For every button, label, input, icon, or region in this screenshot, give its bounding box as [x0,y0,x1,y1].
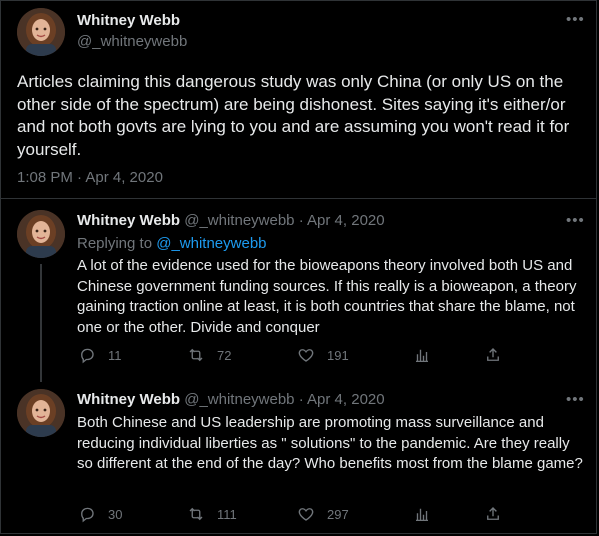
share-icon [487,348,499,361]
reply-icon [81,507,94,523]
reply-text: A lot of the evidence used for the biowe… [77,257,577,336]
replying-to-prefix: Replying to [77,235,153,252]
reply-author-name[interactable]: Whitney Webb [77,391,180,408]
retweet-count: 72 [217,347,232,363]
author-avatar[interactable] [17,8,65,56]
reply-button[interactable]: 30 [78,505,122,523]
replying-to-line: Replying to @_whitneywebb [77,235,267,252]
reply-text: Both Chinese and US leadership are promo… [77,414,583,473]
like-icon [298,508,314,521]
meta-separator: · [298,391,304,408]
retweet-button[interactable]: 72 [187,346,231,364]
reply-avatar[interactable] [17,389,65,437]
reply-avatar[interactable] [17,210,65,258]
author-handle[interactable]: @_whitneywebb [77,33,187,50]
share-button[interactable] [484,346,502,364]
more-icon[interactable]: ••• [566,213,585,228]
like-icon [298,349,314,362]
reply-author-handle[interactable]: @_whitneywebb [184,391,294,408]
like-count: 191 [327,347,349,363]
reply-author-handle[interactable]: @_whitneywebb [184,212,294,229]
like-button[interactable]: 297 [297,505,349,523]
reply-count: 30 [108,506,123,522]
reply-meta: Whitney Webb @_whitneywebb · Apr 4, 2020 [77,391,385,408]
share-button[interactable] [484,505,502,523]
analytics-icon [416,349,428,363]
replying-to-handle-link[interactable]: @_whitneywebb [156,235,266,252]
reply-date[interactable]: Apr 4, 2020 [307,391,385,408]
author-name[interactable]: Whitney Webb [77,12,180,29]
reply-button[interactable]: 11 [78,346,122,364]
more-icon[interactable]: ••• [566,12,585,27]
retweet-count: 111 [217,506,237,522]
reply-author-name[interactable]: Whitney Webb [77,212,180,229]
like-count: 297 [327,506,349,522]
reply-date[interactable]: Apr 4, 2020 [307,212,385,229]
meta-separator: · [298,212,304,229]
thread-connector-line [40,264,42,382]
main-tweet-timestamp[interactable]: 1:08 PM · Apr 4, 2020 [17,169,163,186]
reply-count: 11 [108,347,122,363]
analytics-button[interactable] [413,505,431,523]
retweet-icon [189,348,203,362]
retweet-icon [189,507,203,521]
like-button[interactable]: 191 [297,346,349,364]
divider [0,198,597,199]
share-icon [487,507,499,520]
reply-icon [81,348,94,364]
analytics-icon [416,508,428,522]
more-icon[interactable]: ••• [566,392,585,407]
retweet-button[interactable]: 111 [187,505,237,523]
reply-meta: Whitney Webb @_whitneywebb · Apr 4, 2020 [77,212,385,229]
main-tweet-text: Articles claiming this dangerous study w… [17,72,570,159]
analytics-button[interactable] [413,346,431,364]
